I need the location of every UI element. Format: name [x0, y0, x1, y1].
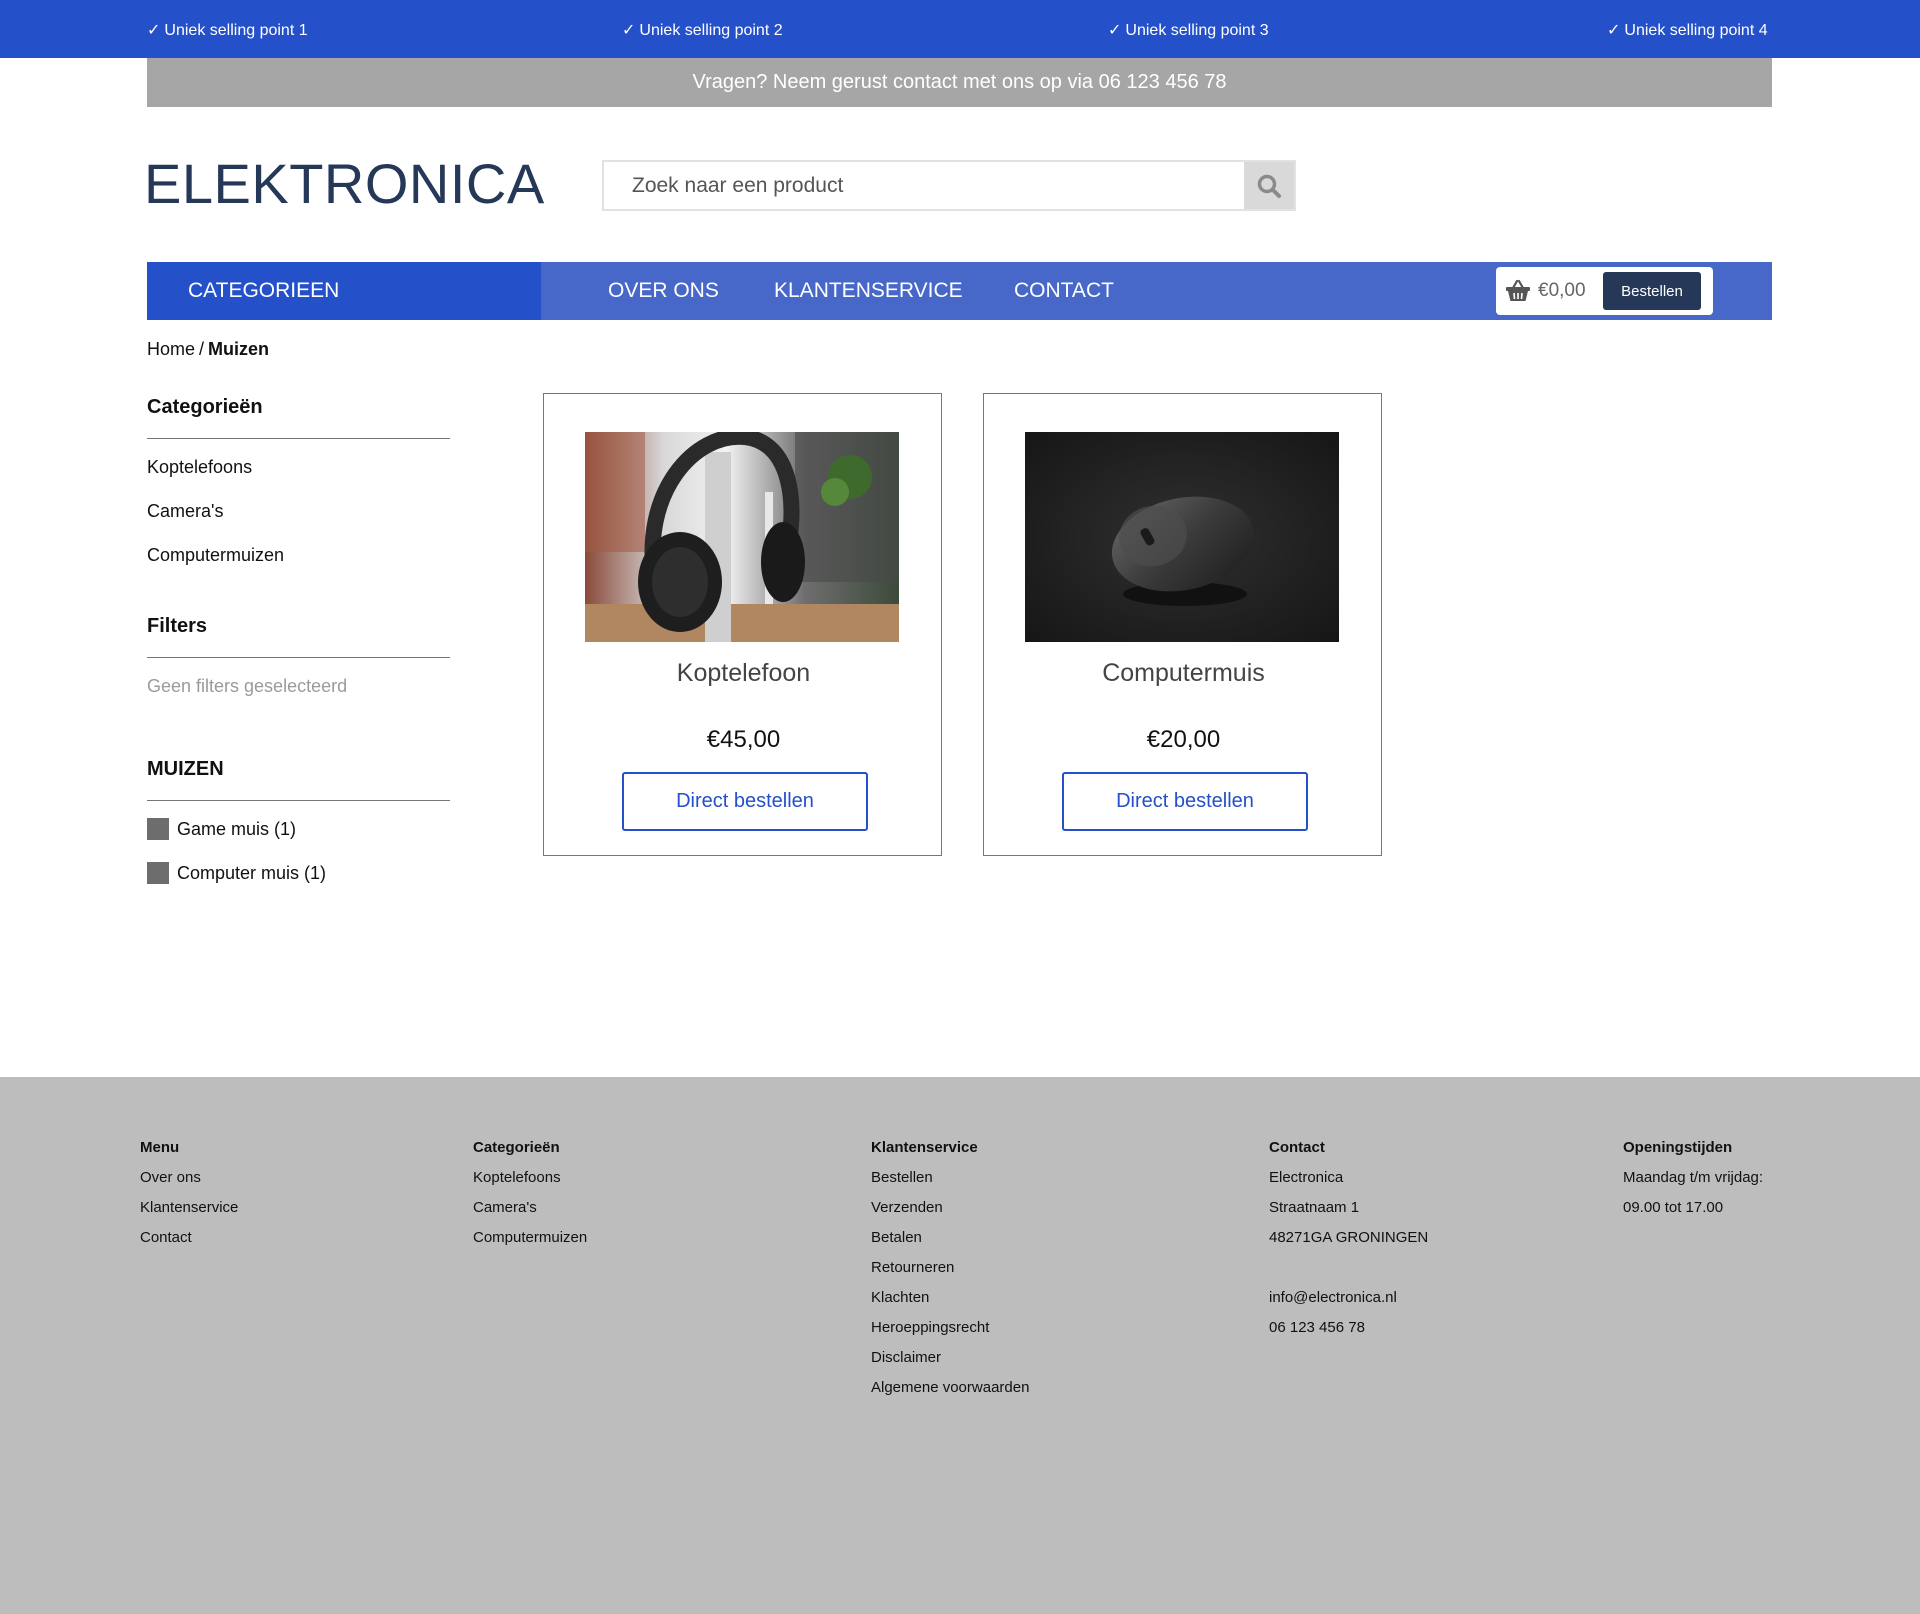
- divider: [147, 800, 450, 801]
- footer: Menu Over ons Klantenservice Contact Cat…: [0, 1077, 1920, 1614]
- usp-label: Uniek selling point 1: [164, 22, 308, 39]
- footer-link[interactable]: Betalen: [871, 1227, 1029, 1248]
- search-input[interactable]: [604, 162, 1244, 209]
- sidebar-category-computermuizen[interactable]: Computermuizen: [147, 545, 284, 566]
- usp-label: Uniek selling point 3: [1125, 22, 1269, 39]
- usp-bar: ✓ Uniek selling point 1 ✓ Uniek selling po…: [0, 0, 1920, 58]
- product-price: €20,00: [1146, 726, 1221, 753]
- basket-icon: [1506, 279, 1530, 301]
- sidebar-filters-title: Filters: [147, 615, 208, 637]
- footer-heading: Contact: [1269, 1139, 1325, 1156]
- footer-heading: Categorieën: [473, 1139, 560, 1156]
- footer-link[interactable]: Camera's: [473, 1197, 587, 1218]
- footer-hours-time: 09.00 tot 17.00: [1623, 1199, 1724, 1216]
- cart-widget[interactable]: €0,00 Bestellen: [1496, 267, 1713, 315]
- usp-item-1: ✓ Uniek selling point 1: [147, 20, 308, 40]
- footer-link[interactable]: Over ons: [140, 1167, 238, 1188]
- breadcrumb: Home / Muizen: [147, 339, 269, 360]
- contact-bar: Vragen? Neem gerust contact met ons op v…: [147, 58, 1772, 107]
- footer-link[interactable]: Contact: [140, 1227, 238, 1248]
- search-icon: [1257, 174, 1281, 198]
- sidebar-group-title: MUIZEN: [147, 758, 224, 780]
- footer-hours-days: Maandag t/m vrijdag:: [1623, 1169, 1764, 1186]
- nav-klantenservice[interactable]: KLANTENSERVICE: [774, 262, 963, 320]
- footer-link[interactable]: Computermuizen: [473, 1227, 587, 1248]
- usp-item-2: ✓ Uniek selling point 2: [622, 20, 783, 40]
- product-card: Computermuis €20,00 Direct bestellen: [983, 393, 1382, 856]
- search-box: [602, 160, 1296, 211]
- footer-link[interactable]: Klantenservice: [140, 1197, 238, 1218]
- check-icon: ✓: [1108, 22, 1122, 39]
- direct-order-button[interactable]: Direct bestellen: [622, 772, 868, 831]
- footer-email[interactable]: info@electronica.nl: [1269, 1287, 1428, 1308]
- footer-contact: Contact Electronica Straatnaam 1 48271GA…: [1269, 1137, 1428, 1347]
- computer-mouse-photo[interactable]: [1025, 432, 1339, 642]
- divider: [147, 438, 450, 439]
- nav-categories[interactable]: CATEGORIEEN: [147, 262, 541, 320]
- checkbox[interactable]: [147, 862, 169, 884]
- footer-heading: Openingstijden: [1623, 1139, 1733, 1156]
- direct-order-button[interactable]: Direct bestellen: [1062, 772, 1308, 831]
- sidebar-category-cameras[interactable]: Camera's: [147, 501, 223, 522]
- sidebar-categories-title: Categorieën: [147, 396, 263, 418]
- usp-item-3: ✓ Uniek selling point 3: [1108, 20, 1269, 40]
- footer-link[interactable]: Koptelefoons: [473, 1167, 587, 1188]
- checkbox[interactable]: [147, 818, 169, 840]
- filter-option-game-muis[interactable]: Game muis (1): [147, 818, 296, 840]
- site-logo[interactable]: ELEKTRONICA: [144, 152, 545, 216]
- check-icon: ✓: [622, 22, 636, 39]
- nav-over-ons[interactable]: OVER ONS: [608, 262, 719, 320]
- footer-link[interactable]: Heroeppingsrecht: [871, 1317, 1029, 1338]
- divider: [147, 657, 450, 658]
- nav-contact[interactable]: CONTACT: [1014, 262, 1114, 320]
- check-icon: ✓: [147, 22, 161, 39]
- footer-service: Klantenservice Bestellen Verzenden Betal…: [871, 1137, 1029, 1407]
- sidebar-category-koptelefoons[interactable]: Koptelefoons: [147, 457, 252, 478]
- breadcrumb-current: Muizen: [208, 339, 270, 359]
- footer-heading: Klantenservice: [871, 1139, 978, 1156]
- footer-link[interactable]: Verzenden: [871, 1197, 1029, 1218]
- cart-order-button[interactable]: Bestellen: [1603, 272, 1701, 310]
- product-card: Koptelefoon €45,00 Direct bestellen: [543, 393, 942, 856]
- usp-label: Uniek selling point 2: [639, 22, 783, 39]
- footer-link[interactable]: Algemene voorwaarden: [871, 1377, 1029, 1398]
- footer-link[interactable]: Disclaimer: [871, 1347, 1029, 1368]
- product-name[interactable]: Koptelefoon: [544, 659, 943, 688]
- footer-categories: Categorieën Koptelefoons Camera's Comput…: [473, 1137, 587, 1257]
- product-price: €45,00: [706, 726, 781, 753]
- breadcrumb-home[interactable]: Home: [147, 339, 195, 359]
- main-navigation: CATEGORIEEN OVER ONS KLANTENSERVICE CONT…: [147, 262, 1772, 320]
- breadcrumb-separator: /: [199, 339, 205, 359]
- search-button[interactable]: [1244, 162, 1294, 209]
- filter-option-label: Game muis (1): [177, 818, 297, 839]
- cart-total: €0,00: [1538, 280, 1586, 301]
- footer-street: Straatnaam 1: [1269, 1199, 1360, 1216]
- filter-option-label: Computer muis (1): [177, 862, 327, 883]
- product-name[interactable]: Computermuis: [984, 659, 1383, 688]
- filter-option-computer-muis[interactable]: Computer muis (1): [147, 862, 326, 884]
- footer-link[interactable]: Bestellen: [871, 1167, 1029, 1188]
- footer-heading: Menu: [140, 1139, 180, 1156]
- check-icon: ✓: [1607, 22, 1621, 39]
- usp-item-4: ✓ Uniek selling point 4: [1607, 20, 1768, 40]
- footer-link[interactable]: Klachten: [871, 1287, 1029, 1308]
- footer-hours: Openingstijden Maandag t/m vrijdag: 09.0…: [1623, 1137, 1763, 1227]
- filters-empty-text: Geen filters geselecteerd: [147, 676, 348, 696]
- footer-link[interactable]: Retourneren: [871, 1257, 1029, 1278]
- footer-city: 48271GA GRONINGEN: [1269, 1229, 1429, 1246]
- footer-menu: Menu Over ons Klantenservice Contact: [140, 1137, 238, 1257]
- footer-company: Electronica: [1269, 1169, 1344, 1186]
- headphones-photo[interactable]: [585, 432, 899, 642]
- footer-phone: 06 123 456 78: [1269, 1319, 1365, 1336]
- usp-label: Uniek selling point 4: [1624, 22, 1768, 39]
